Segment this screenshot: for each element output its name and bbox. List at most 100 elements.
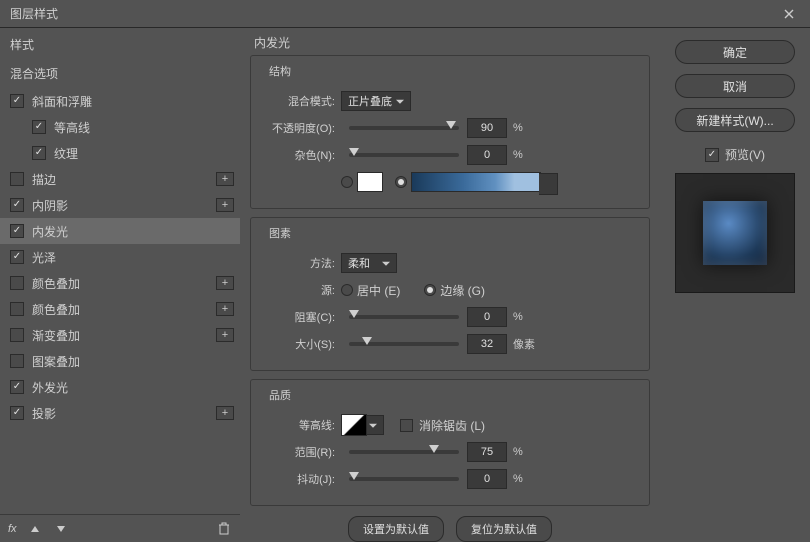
size-input[interactable] <box>467 334 507 354</box>
style-checkbox[interactable] <box>32 146 46 160</box>
quality-group-title: 品质 <box>265 387 295 403</box>
style-item[interactable]: 光泽 <box>0 244 240 270</box>
preview-checkbox[interactable] <box>705 148 719 162</box>
styles-header: 样式 <box>0 28 240 59</box>
style-checkbox[interactable] <box>10 276 24 290</box>
style-checkbox[interactable] <box>10 328 24 342</box>
jitter-slider[interactable] <box>349 477 459 481</box>
style-checkbox[interactable] <box>10 224 24 238</box>
opacity-input[interactable] <box>467 118 507 138</box>
style-item[interactable]: 内阴影+ <box>0 192 240 218</box>
choke-label: 阻塞(C): <box>261 309 341 325</box>
style-item[interactable]: 图案叠加 <box>0 348 240 374</box>
style-item[interactable]: 投影+ <box>0 400 240 426</box>
style-label: 斜面和浮雕 <box>32 93 234 110</box>
range-input[interactable] <box>467 442 507 462</box>
style-checkbox[interactable] <box>10 94 24 108</box>
make-default-button[interactable]: 设置为默认值 <box>348 516 444 542</box>
ok-button[interactable]: 确定 <box>675 40 795 64</box>
jitter-input[interactable] <box>467 469 507 489</box>
style-item[interactable]: 等高线 <box>0 114 240 140</box>
source-center-radio[interactable] <box>341 284 353 296</box>
style-label: 颜色叠加 <box>32 301 216 318</box>
choke-input[interactable] <box>467 307 507 327</box>
style-checkbox[interactable] <box>10 198 24 212</box>
style-checkbox[interactable] <box>10 172 24 186</box>
style-label: 等高线 <box>54 119 234 136</box>
add-effect-icon[interactable]: + <box>216 198 234 212</box>
noise-unit: % <box>513 149 523 161</box>
style-checkbox[interactable] <box>10 380 24 394</box>
style-item[interactable]: 斜面和浮雕 <box>0 88 240 114</box>
style-item[interactable]: 内发光 <box>0 218 240 244</box>
structure-group-title: 结构 <box>265 63 295 79</box>
contour-label: 等高线: <box>261 417 341 433</box>
glow-gradient-swatch[interactable] <box>411 172 541 192</box>
trash-icon[interactable] <box>216 521 232 537</box>
style-checkbox[interactable] <box>10 250 24 264</box>
noise-input[interactable] <box>467 145 507 165</box>
style-item[interactable]: 颜色叠加+ <box>0 270 240 296</box>
style-item[interactable]: 外发光 <box>0 374 240 400</box>
style-item[interactable]: 描边+ <box>0 166 240 192</box>
move-down-icon[interactable] <box>53 521 69 537</box>
add-effect-icon[interactable]: + <box>216 328 234 342</box>
antialias-checkbox[interactable] <box>400 419 413 432</box>
noise-label: 杂色(N): <box>261 147 341 163</box>
style-label: 描边 <box>32 171 216 188</box>
source-label: 源: <box>261 282 341 298</box>
style-checkbox[interactable] <box>10 302 24 316</box>
size-unit: 像素 <box>513 336 535 352</box>
preview-box <box>675 173 795 293</box>
technique-select[interactable]: 柔和 <box>341 253 397 273</box>
window-title: 图层样式 <box>10 5 58 22</box>
range-unit: % <box>513 446 523 458</box>
choke-slider[interactable] <box>349 315 459 319</box>
add-effect-icon[interactable]: + <box>216 406 234 420</box>
style-label: 光泽 <box>32 249 234 266</box>
technique-label: 方法: <box>261 255 341 271</box>
jitter-label: 抖动(J): <box>261 471 341 487</box>
effect-title: 内发光 <box>250 34 650 51</box>
style-label: 外发光 <box>32 379 234 396</box>
fx-menu[interactable]: fx <box>8 523 17 535</box>
opacity-unit: % <box>513 122 523 134</box>
blend-mode-label: 混合模式: <box>261 93 341 109</box>
style-label: 投影 <box>32 405 216 422</box>
preview-shape <box>703 201 767 265</box>
noise-slider[interactable] <box>349 153 459 157</box>
style-label: 图案叠加 <box>32 353 234 370</box>
style-item[interactable]: 渐变叠加+ <box>0 322 240 348</box>
add-effect-icon[interactable]: + <box>216 276 234 290</box>
range-label: 范围(R): <box>261 444 341 460</box>
style-item[interactable]: 颜色叠加+ <box>0 296 240 322</box>
blending-options[interactable]: 混合选项 <box>0 59 240 88</box>
source-edge-radio[interactable] <box>424 284 436 296</box>
reset-default-button[interactable]: 复位为默认值 <box>456 516 552 542</box>
style-item[interactable]: 纹理 <box>0 140 240 166</box>
cancel-button[interactable]: 取消 <box>675 74 795 98</box>
range-slider[interactable] <box>349 450 459 454</box>
contour-dropdown[interactable] <box>366 415 384 435</box>
gradient-radio[interactable] <box>395 176 407 188</box>
blend-mode-select[interactable]: 正片叠底 <box>341 91 411 111</box>
size-label: 大小(S): <box>261 336 341 352</box>
opacity-slider[interactable] <box>349 126 459 130</box>
color-radio[interactable] <box>341 176 353 188</box>
style-checkbox[interactable] <box>32 120 46 134</box>
glow-color-swatch[interactable] <box>357 172 383 192</box>
contour-picker[interactable] <box>341 414 367 436</box>
style-checkbox[interactable] <box>10 354 24 368</box>
close-button[interactable] <box>768 0 810 28</box>
style-checkbox[interactable] <box>10 406 24 420</box>
size-slider[interactable] <box>349 342 459 346</box>
new-style-button[interactable]: 新建样式(W)... <box>675 108 795 132</box>
preview-label: 预览(V) <box>725 146 765 163</box>
add-effect-icon[interactable]: + <box>216 302 234 316</box>
choke-unit: % <box>513 311 523 323</box>
style-label: 颜色叠加 <box>32 275 216 292</box>
add-effect-icon[interactable]: + <box>216 172 234 186</box>
source-center-label: 居中 (E) <box>357 282 400 299</box>
elements-group-title: 图素 <box>265 225 295 241</box>
move-up-icon[interactable] <box>27 521 43 537</box>
